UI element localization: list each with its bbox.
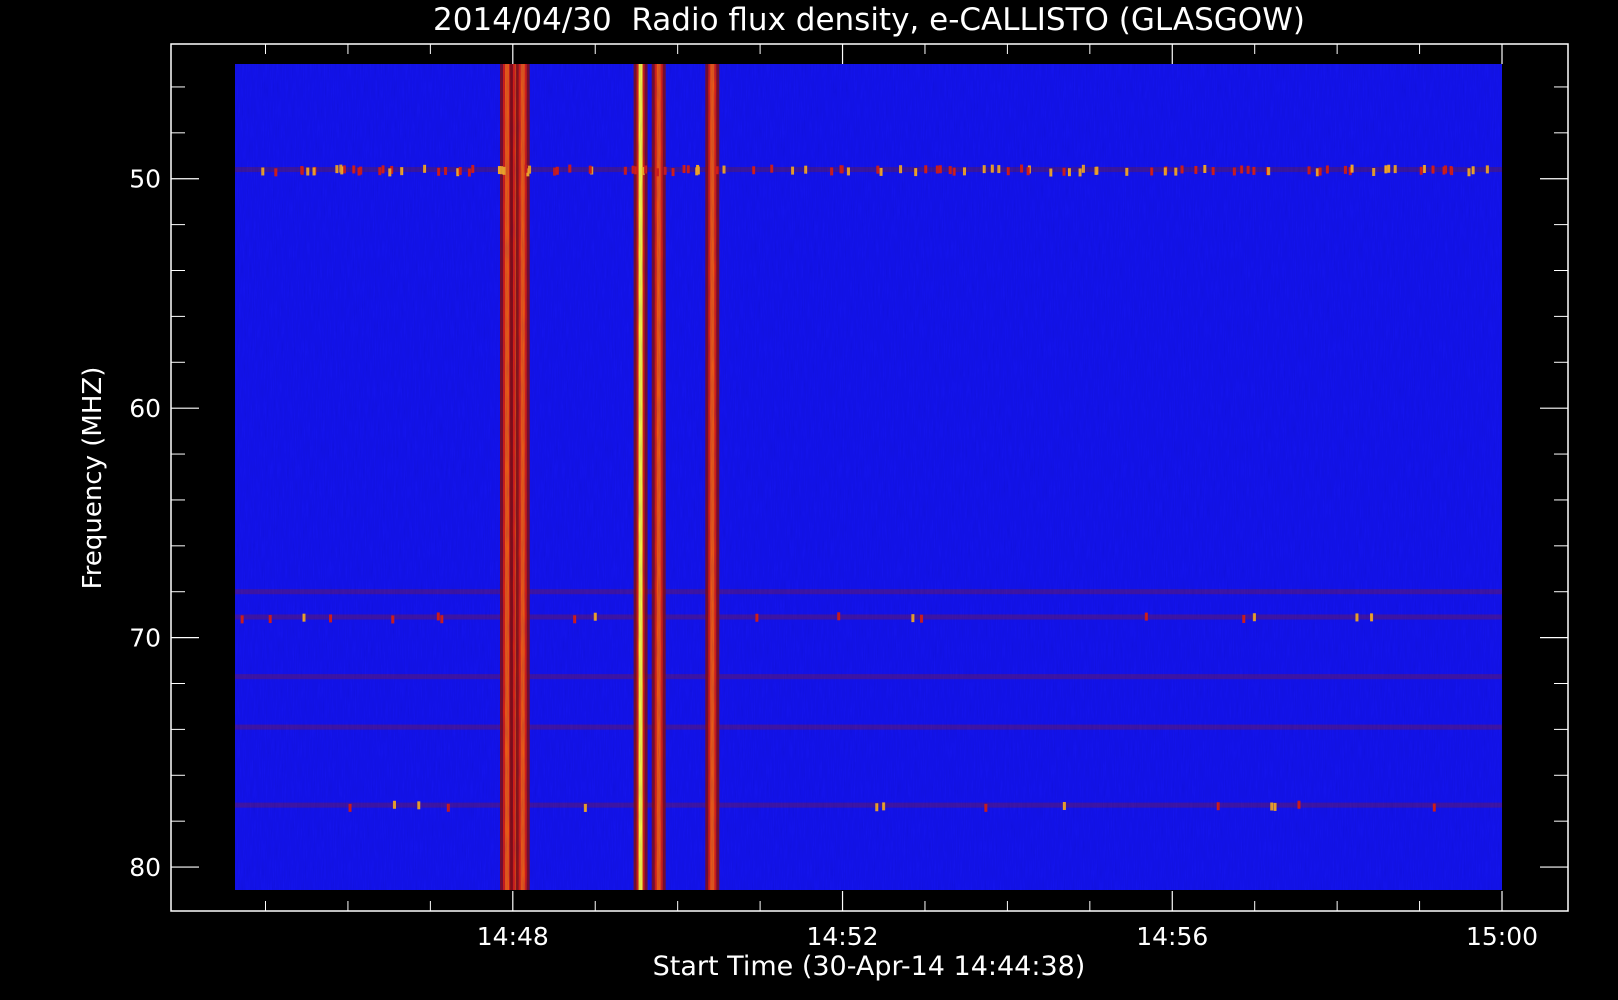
x-tick-label: 15:00 [1466,922,1538,951]
x-tick-label: 14:56 [1136,922,1208,951]
y-tick-label: 80 [129,853,161,882]
spectrogram-plot: 2014/04/30 Radio flux density, e-CALLIST… [78,2,1569,982]
y-tick-label: 70 [129,624,161,653]
y-tick-label: 60 [129,394,161,423]
noise-texture [235,64,1502,890]
x-tick-label: 14:52 [807,922,879,951]
y-tick-label: 50 [129,165,161,194]
x-axis-label: Start Time (30-Apr-14 14:44:38) [653,951,1086,982]
y-axis-label: Frequency (MHZ) [78,367,108,590]
chart-title: 2014/04/30 Radio flux density, e-CALLIST… [433,2,1305,38]
spectrogram-image [235,64,1502,890]
x-tick-label: 14:48 [477,922,549,951]
